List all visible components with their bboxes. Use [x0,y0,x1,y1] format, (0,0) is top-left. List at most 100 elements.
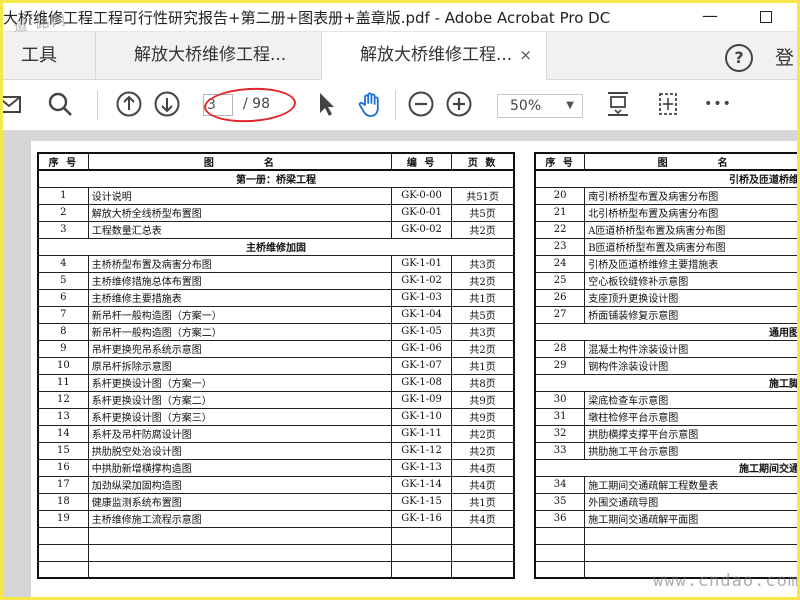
section-title: 通用图 [534,322,797,341]
cell-code: GK-0-00 [390,186,453,205]
pdf-page: 序 号 图 名 编 号 页 数 第一册：桥梁工程 1 设计说明 GK-0-00 共51页… [31,141,797,597]
toolbar: / 98 50% ▼ ••• [3,80,797,131]
cell-no: 4 [37,254,89,273]
cell-pages: 共1页 [451,492,515,511]
cell-pages: 共2页 [451,339,515,358]
cell-code: GK-1-09 [390,390,453,409]
cell-name: 南引桥桥型布置及病害分布图 [584,186,797,205]
zoom-dropdown[interactable]: 50% ▼ [497,94,583,118]
cell-name: 工程数量汇总表 [87,220,392,239]
cell-code: GK-1-04 [390,305,453,324]
zoom-in-icon[interactable] [444,90,474,120]
empty-cell [390,526,453,545]
cell-name: 施工期间交通疏解工程数量表 [584,475,797,494]
empty-cell [37,543,89,562]
scroll-mode-icon[interactable] [653,90,683,120]
cell-name: 主桥维修主要措施表 [87,288,392,307]
tab-bar: 工具 解放大桥维修工程... 解放大桥维修工程... × ? 登 [3,32,797,80]
mail-icon[interactable] [3,90,25,120]
cell-no: 14 [37,424,89,443]
window-title: 大桥维修工程工程可行性研究报告+第二册+图表册+盖章版.pdf - Adobe … [3,9,611,27]
section-title: 主桥维修加固 [37,237,515,256]
cell-name: 钢构件涂装设计图 [584,356,797,375]
cell-name: 拱肋脱空处治设计图 [87,441,392,460]
tab-document-2-active[interactable]: 解放大桥维修工程... × [321,32,547,80]
table-row: 17 加劲纵梁加固构造图 GK-1-14 共4页 [37,475,515,494]
cell-pages: 共4页 [451,509,515,528]
empty-cell [451,560,515,579]
cell-no: 17 [37,475,89,494]
page-up-icon[interactable] [114,90,144,120]
cell-no: 18 [37,492,89,511]
close-tab-icon[interactable]: × [519,32,532,79]
empty-cell [534,560,586,579]
empty-cell [534,543,586,562]
column-header-pages: 页 数 [451,152,515,171]
cell-name: 梁底检查车示意图 [584,390,797,409]
cell-name: 系杆及吊杆防腐设计图 [87,424,392,443]
help-icon[interactable]: ? [725,44,753,72]
table-row: 22 A匝道桥桥型布置及病害分布图 [534,220,797,239]
cell-pages: 共9页 [451,407,515,426]
hand-tool-icon[interactable] [356,90,386,120]
cell-name: 原吊杆拆除示意图 [87,356,392,375]
select-cursor-icon[interactable] [310,90,340,120]
cell-no: 2 [37,203,89,222]
table-row: 6 主桥维修主要措施表 GK-1-03 共1页 [37,288,515,307]
search-icon[interactable] [45,90,75,120]
cell-name: 吊杆更换兜吊系统示意图 [87,339,392,358]
cell-code: GK-1-11 [390,424,453,443]
sign-in-link[interactable]: 登 [775,43,794,70]
cell-pages: 共51页 [451,186,515,205]
empty-cell [87,543,392,562]
tab-document-1[interactable]: 解放大桥维修工程... [95,32,321,79]
table-row: 27 桥面铺装修复示意图 [534,305,797,324]
cell-no: 11 [37,373,89,392]
zoom-out-icon[interactable] [406,90,436,120]
cell-no: 10 [37,356,89,375]
section-title: 第一册：桥梁工程 [37,169,515,188]
empty-cell [451,543,515,562]
section-title: 施工期间交通 [534,458,797,477]
cell-no: 9 [37,339,89,358]
empty-cell [37,526,89,545]
watermark-url: www.cndao.com [653,571,800,591]
cell-name: 加劲纵梁加固构造图 [87,475,392,494]
document-viewport[interactable]: 序 号 图 名 编 号 页 数 第一册：桥梁工程 1 设计说明 GK-0-00 共51页… [3,131,797,597]
toc-table-left: 序 号 图 名 编 号 页 数 第一册：桥梁工程 1 设计说明 GK-0-00 共51页… [37,152,515,579]
cell-no: 32 [534,424,586,443]
table-row: 24 引桥及匝道桥维修主要措施表 [534,254,797,273]
red-highlight-ellipse [203,85,297,125]
tab-tools[interactable]: 工具 [3,32,93,79]
cell-name: 新吊杆一般构造图（方案一） [87,305,392,324]
more-icon[interactable]: ••• [703,90,733,120]
cell-pages: 共5页 [451,203,515,222]
cell-no: 30 [534,390,586,409]
tab-label: 解放大桥维修工程... [134,45,287,65]
maximize-button[interactable] [743,3,789,31]
tab-label: 解放大桥维修工程... [360,45,513,65]
page-down-icon[interactable] [152,90,182,120]
cell-no: 5 [37,271,89,290]
table-row: 23 B匝道桥桥型布置及病害分布图 [534,237,797,256]
table-row: 3 工程数量汇总表 GK-0-02 共2页 [37,220,515,239]
title-bar: 大桥维修工程工程可行性研究报告+第二册+图表册+盖章版.pdf - Adobe … [3,3,797,32]
table-row: 33 拱肋施工平台示意图 [534,441,797,460]
table-row: 34 施工期间交通疏解工程数量表 [534,475,797,494]
minimize-button[interactable]: — [687,3,733,31]
table-row: 12 系杆更换设计图（方案二） GK-1-09 共9页 [37,390,515,409]
cell-name: 空心板铰缝修补示意图 [584,271,797,290]
section-row: 第一册：桥梁工程 [37,169,515,188]
table-row: 32 拱肋横撑支撑平台示意图 [534,424,797,443]
cell-name: 外围交通疏导图 [584,492,797,511]
cell-name: 主桥维修施工流程示意图 [87,509,392,528]
fit-page-icon[interactable] [603,90,633,120]
table-row: 15 拱肋脱空处治设计图 GK-1-12 共2页 [37,441,515,460]
cell-code: GK-1-07 [390,356,453,375]
table-row: 36 施工期间交通疏解平面图 [534,509,797,528]
table-row: 26 支座顶升更换设计图 [534,288,797,307]
empty-cell [390,560,453,579]
cell-code: GK-0-02 [390,220,453,239]
table-row: 31 墩柱检修平台示意图 [534,407,797,426]
cell-code: GK-1-01 [390,254,453,273]
